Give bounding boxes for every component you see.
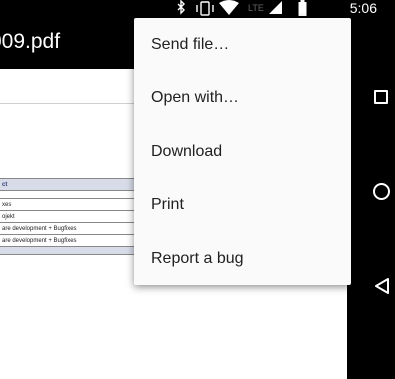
table-row xyxy=(0,246,148,255)
table-cell xyxy=(0,190,148,199)
status-bar: LTE 5:06 xyxy=(0,0,395,17)
vibrate-icon xyxy=(194,0,216,17)
menu-item-open-with[interactable]: Open with… xyxy=(134,71,351,124)
table-row: xes xyxy=(0,198,148,211)
battery-icon xyxy=(298,0,307,17)
navigation-bar xyxy=(347,69,395,379)
menu-item-download[interactable]: Download xyxy=(134,125,351,178)
document-table: ct xes ojekt are development + Bugfixes are … xyxy=(0,178,148,255)
document-title: 009.pdf xyxy=(0,30,61,53)
back-icon[interactable] xyxy=(373,277,391,295)
table-cell: are development + Bugfixes xyxy=(0,222,148,235)
recents-icon[interactable] xyxy=(374,90,388,104)
status-time: 5:06 xyxy=(349,0,377,16)
menu-item-print[interactable]: Print xyxy=(134,178,351,231)
table-cell: are development + Bugfixes xyxy=(0,234,148,247)
table-cell: ojekt xyxy=(0,210,148,223)
home-icon[interactable] xyxy=(373,183,390,200)
wifi-icon xyxy=(218,0,240,17)
table-cell: xes xyxy=(0,198,148,211)
table-cell: ct xyxy=(0,178,148,191)
menu-item-send-file[interactable]: Send file… xyxy=(134,18,351,71)
table-row: ct xyxy=(0,178,148,191)
page-divider xyxy=(0,103,150,104)
lte-icon: LTE xyxy=(248,3,264,13)
signal-icon xyxy=(268,0,284,17)
overflow-menu: Send file… Open with… Download Print Rep… xyxy=(134,18,351,285)
table-row: ojekt xyxy=(0,210,148,223)
table-row: are development + Bugfixes xyxy=(0,222,148,235)
bluetooth-icon xyxy=(176,0,186,17)
menu-item-report-bug[interactable]: Report a bug xyxy=(134,232,351,285)
table-row: are development + Bugfixes xyxy=(0,234,148,247)
table-cell xyxy=(0,246,148,255)
table-row xyxy=(0,190,148,199)
